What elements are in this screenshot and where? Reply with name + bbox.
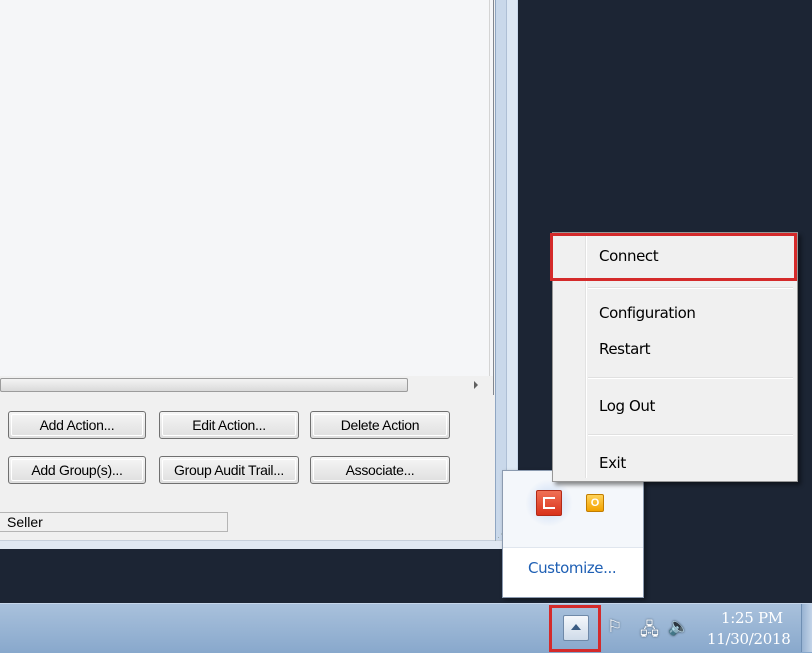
group-audit-trail-button[interactable]: Group Audit Trail... (159, 456, 299, 484)
outlook-icon[interactable]: O (586, 494, 604, 512)
clock-date[interactable]: 11/30/2018 (707, 630, 791, 648)
window-client-area: Add Action... Edit Action... Delete Acti… (0, 0, 496, 548)
overflow-icons-row: O (503, 471, 643, 548)
add-groups-button[interactable]: Add Group(s)... (8, 456, 146, 484)
clock-time[interactable]: 1:25 PM (721, 609, 783, 627)
window-bottom-edge (0, 540, 517, 549)
actions-list[interactable] (0, 0, 494, 377)
horizontal-scrollbar[interactable] (0, 376, 494, 395)
status-field: Seller (0, 512, 228, 532)
connect-highlight-box (550, 233, 797, 281)
add-action-button[interactable]: Add Action... (8, 411, 146, 439)
customize-link[interactable]: Customize... (528, 559, 617, 577)
red-app-icon[interactable] (536, 490, 562, 516)
notification-area-overflow: O Customize... (502, 470, 644, 598)
action-center-flag-icon[interactable]: ⚐ (607, 617, 622, 637)
application-window: Add Action... Edit Action... Delete Acti… (0, 0, 518, 549)
menu-item-restart[interactable]: Restart (599, 340, 651, 358)
menu-separator (588, 377, 793, 379)
network-icon[interactable]: 🖧 (640, 617, 659, 646)
menu-item-configuration[interactable]: Configuration (599, 304, 696, 322)
taskbar (0, 603, 812, 653)
menu-item-exit[interactable]: Exit (599, 454, 626, 472)
edit-action-button[interactable]: Edit Action... (159, 411, 299, 439)
tray-button-highlight-box (549, 605, 601, 652)
menu-item-log-out[interactable]: Log Out (599, 397, 655, 415)
associate-button[interactable]: Associate... (310, 456, 450, 484)
window-frame-inner (506, 0, 517, 548)
volume-icon[interactable]: 🔈 (668, 617, 689, 637)
show-desktop-button[interactable] (801, 604, 812, 652)
scrollbar-thumb[interactable] (0, 378, 408, 392)
menu-separator (588, 287, 793, 289)
delete-action-button[interactable]: Delete Action (310, 411, 450, 439)
scroll-right-arrow-icon[interactable] (474, 381, 478, 389)
menu-separator (588, 434, 793, 436)
